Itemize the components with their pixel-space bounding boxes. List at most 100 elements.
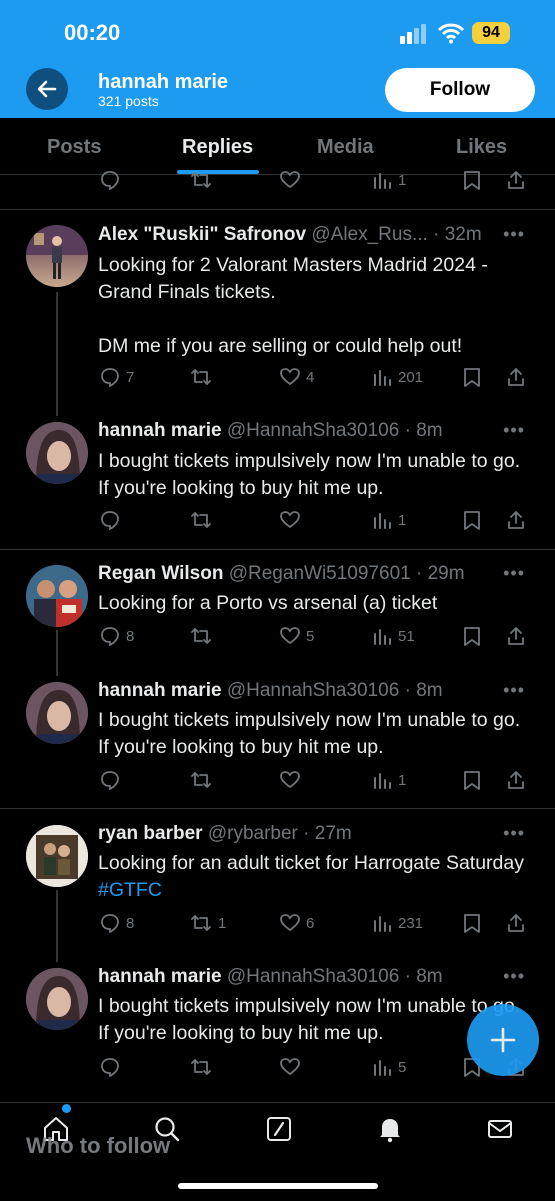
retweet-button[interactable] <box>190 770 212 790</box>
reply-icon <box>101 1058 119 1077</box>
avatar[interactable] <box>26 825 88 887</box>
views-button[interactable]: 1 <box>372 510 406 530</box>
profile-name: hannah marie <box>98 71 229 93</box>
like-button[interactable] <box>280 510 300 530</box>
avatar[interactable] <box>26 225 88 287</box>
share-button[interactable] <box>506 170 526 190</box>
heart-icon <box>280 771 300 789</box>
retweet-button[interactable] <box>190 367 212 387</box>
heart-icon <box>280 914 300 932</box>
views-icon <box>374 370 391 386</box>
tab-likes[interactable]: Likes <box>456 136 507 159</box>
home-indicator <box>178 1183 378 1189</box>
notification-dot <box>62 1104 71 1113</box>
author-name[interactable]: hannah marie <box>98 420 222 441</box>
retweet-button[interactable]: 1 <box>190 913 226 933</box>
author-handle[interactable]: @ReganWi51097601 <box>229 563 411 584</box>
views-button[interactable]: 231 <box>372 913 423 933</box>
reply-button[interactable]: 8 <box>100 626 134 646</box>
share-button[interactable] <box>506 913 526 933</box>
back-button[interactable] <box>26 68 68 110</box>
share-button[interactable] <box>506 770 526 790</box>
share-button[interactable] <box>506 367 526 387</box>
author-handle[interactable]: @HannahSha30106 <box>227 680 399 701</box>
bookmark-button[interactable] <box>463 913 481 933</box>
bookmark-button[interactable] <box>463 626 481 646</box>
more-options-icon[interactable]: ••• <box>503 420 525 441</box>
bookmark-button[interactable] <box>463 770 481 790</box>
reply-button[interactable] <box>100 170 120 190</box>
messages-envelope-icon[interactable] <box>486 1115 514 1143</box>
tweet-text: Looking for an adult ticket for Harrogat… <box>98 850 528 904</box>
hashtag-link[interactable]: #GTFC <box>98 879 162 901</box>
action-bar: 1 <box>0 510 555 532</box>
like-button[interactable] <box>280 770 300 790</box>
post-count: 321 posts <box>98 93 159 109</box>
like-button[interactable] <box>280 170 300 190</box>
like-button[interactable]: 6 <box>280 913 314 933</box>
bookmark-button[interactable] <box>463 367 481 387</box>
share-button[interactable] <box>506 510 526 530</box>
share-icon <box>508 171 524 189</box>
avatar[interactable] <box>26 565 88 627</box>
author-handle[interactable]: @HannahSha30106 <box>227 966 399 987</box>
more-options-icon[interactable]: ••• <box>503 966 525 987</box>
reply-button[interactable] <box>100 1057 120 1077</box>
views-button[interactable]: 201 <box>372 367 423 387</box>
retweet-button[interactable] <box>190 510 212 530</box>
views-button[interactable]: 51 <box>372 626 415 646</box>
divider <box>0 209 555 210</box>
retweet-icon <box>191 512 211 528</box>
thread-line <box>56 292 58 416</box>
avatar[interactable] <box>26 422 88 484</box>
compose-button[interactable] <box>467 1004 539 1076</box>
author-name[interactable]: hannah marie <box>98 680 222 701</box>
author-name[interactable]: Regan Wilson <box>98 563 223 584</box>
views-button[interactable]: 1 <box>372 170 406 190</box>
share-icon <box>508 511 524 529</box>
heart-icon <box>280 171 300 189</box>
more-options-icon[interactable]: ••• <box>503 680 525 701</box>
more-options-icon[interactable]: ••• <box>503 823 525 844</box>
views-count: 1 <box>398 171 407 189</box>
like-button[interactable]: 4 <box>280 367 314 387</box>
views-button[interactable]: 5 <box>372 1057 406 1077</box>
avatar[interactable] <box>26 682 88 744</box>
bookmark-button[interactable] <box>463 510 481 530</box>
tab-posts[interactable]: Posts <box>47 136 101 159</box>
retweet-button[interactable] <box>190 626 212 646</box>
tab-replies[interactable]: Replies <box>182 136 253 159</box>
like-button[interactable] <box>280 1057 300 1077</box>
avatar[interactable] <box>26 968 88 1030</box>
bookmark-button[interactable] <box>463 170 481 190</box>
grok-icon[interactable] <box>265 1115 293 1143</box>
reply-icon <box>101 368 119 387</box>
bookmark-icon <box>464 627 480 646</box>
views-button[interactable]: 1 <box>372 770 406 790</box>
notifications-bell-icon[interactable] <box>376 1115 404 1143</box>
author-name[interactable]: hannah marie <box>98 966 222 987</box>
author-handle[interactable]: @rybarber <box>208 823 298 844</box>
reply-button[interactable] <box>100 770 120 790</box>
author-name[interactable]: ryan barber <box>98 823 203 844</box>
author-handle[interactable]: @Alex_Rus... <box>311 224 427 245</box>
reply-button[interactable]: 8 <box>100 913 134 933</box>
author-name[interactable]: Alex "Ruskii" Safronov <box>98 224 306 245</box>
reply-button[interactable]: 7 <box>100 367 134 387</box>
more-options-icon[interactable]: ••• <box>503 224 525 245</box>
follow-button[interactable]: Follow <box>385 68 535 112</box>
tab-media[interactable]: Media <box>317 136 374 159</box>
views-count: 201 <box>398 368 424 386</box>
retweet-button[interactable] <box>190 170 212 190</box>
reply-button[interactable] <box>100 510 120 530</box>
post-time: · 27m <box>303 823 352 844</box>
retweet-button[interactable] <box>190 1057 212 1077</box>
profile-tabs: Posts Replies Media Likes <box>0 118 555 175</box>
bookmark-icon <box>464 368 480 387</box>
like-button[interactable]: 5 <box>280 626 314 646</box>
author-handle[interactable]: @HannahSha30106 <box>227 420 399 441</box>
more-options-icon[interactable]: ••• <box>503 563 525 584</box>
tweet-text-body: Looking for an adult ticket for Harrogat… <box>98 852 530 874</box>
tweet-text: I bought tickets impulsively now I'm una… <box>98 450 526 499</box>
share-button[interactable] <box>506 626 526 646</box>
